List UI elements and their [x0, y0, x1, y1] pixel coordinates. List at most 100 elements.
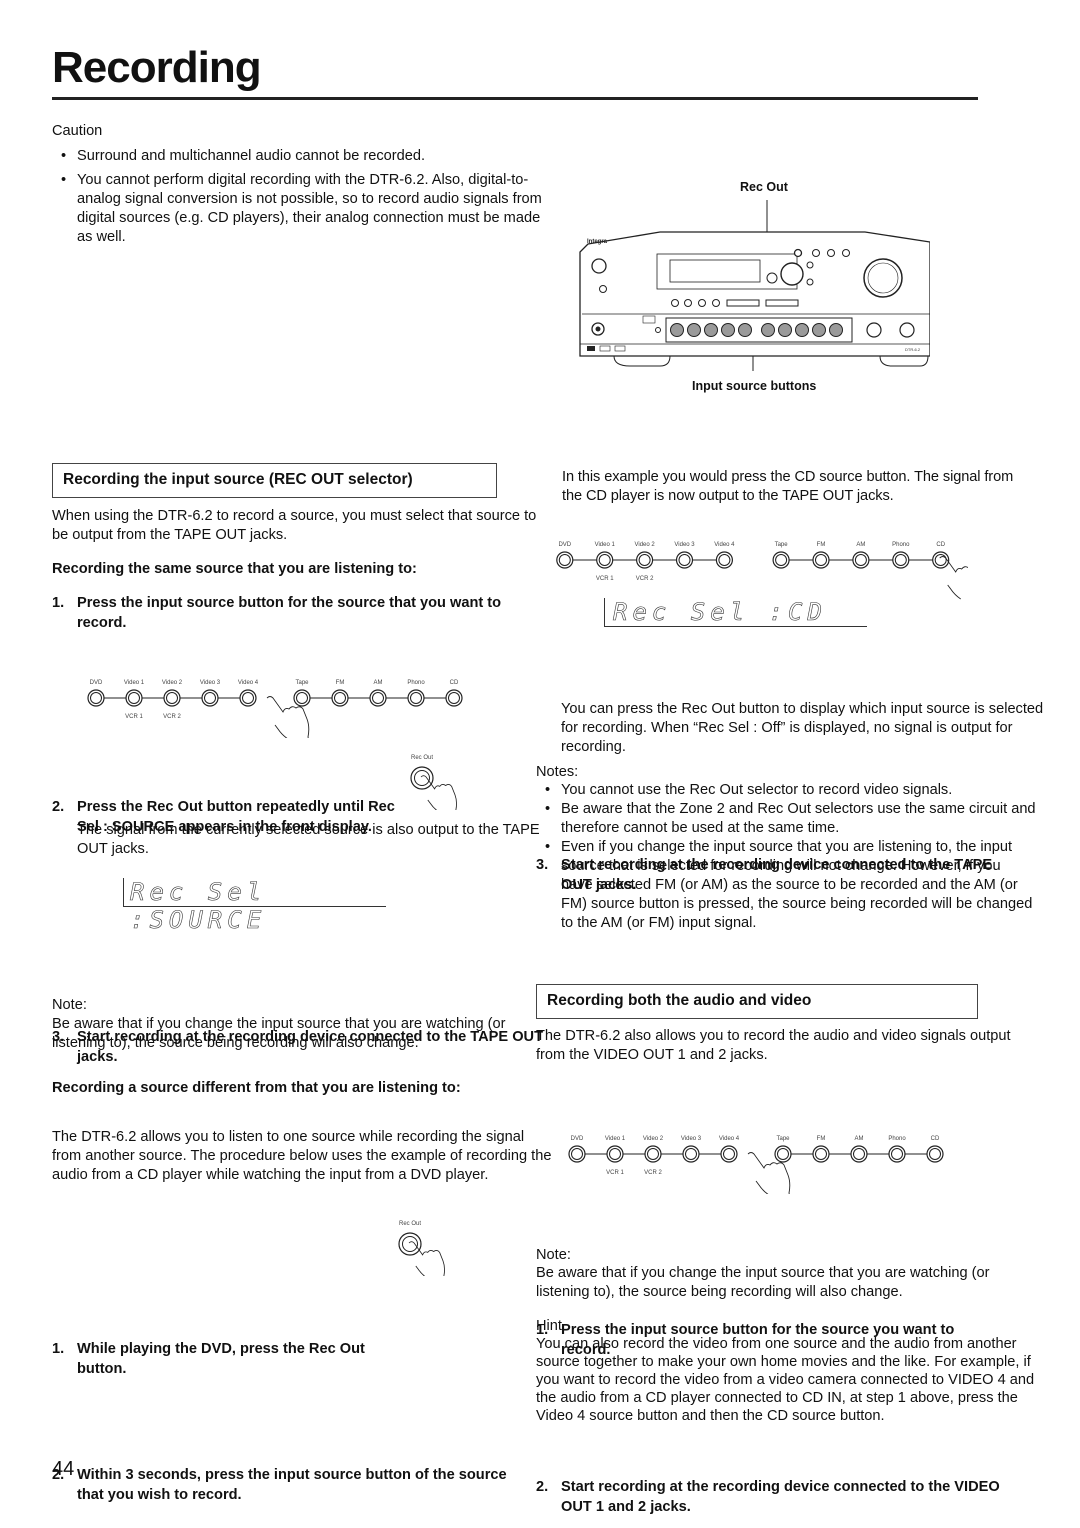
- title-rule: [52, 97, 978, 100]
- power-button: [591, 258, 607, 274]
- callout-input-source-buttons: Input source buttons: [692, 379, 817, 393]
- source-button-fm: FM: [812, 542, 830, 569]
- source-button-tape: Tape: [772, 542, 790, 569]
- subheading-different-source: Recording a source different from that y…: [52, 1080, 461, 1096]
- source-button-video-1: Video 1: [124, 680, 145, 707]
- receiver-source-button: [812, 323, 826, 337]
- source-sublabel: VCR 2: [644, 1170, 662, 1176]
- source-button-video-3: Video 3: [674, 542, 695, 569]
- source-label: FM: [817, 1136, 826, 1142]
- note-item: Be aware that the Zone 2 and Rec Out sel…: [536, 800, 1036, 838]
- source-label: Video 4: [238, 680, 259, 686]
- source-button-video-2: Video 2: [634, 542, 655, 569]
- note-item: You cannot use the Rec Out selector to r…: [536, 781, 1036, 800]
- source-label: Video 3: [681, 1136, 702, 1142]
- lcd-display-source: Rec Sel :SOURCE: [123, 878, 386, 934]
- note-item: Even if you change the input source that…: [536, 838, 1036, 933]
- source-button-am: AM: [852, 542, 870, 569]
- callout-rec-out: Rec Out: [740, 180, 788, 194]
- front-display: [669, 259, 761, 283]
- source-label: Phono: [407, 680, 425, 686]
- source-sublabel: VCR 2: [163, 714, 181, 720]
- caution-item: You cannot perform digital recording wit…: [52, 171, 542, 247]
- caution-item: Surround and multichannel audio cannot b…: [52, 147, 542, 166]
- source-button-video-3: Video 3: [681, 1136, 702, 1163]
- source-button-video-4: Video 4: [714, 542, 735, 569]
- page-title: Recording: [52, 43, 262, 92]
- source-sublabel: VCR 1: [125, 714, 143, 720]
- receiver-source-button: [761, 323, 775, 337]
- receiver-source-button: [829, 323, 843, 337]
- source-button-tape: Tape: [293, 680, 311, 707]
- receiver-source-button: [795, 323, 809, 337]
- source-button-am: AM: [850, 1136, 868, 1163]
- lcd-display-cd: Rec Sel :CD: [604, 598, 867, 627]
- step-1-while-playing-dvd: 1. While playing the DVD, press the Rec O…: [52, 1341, 365, 1377]
- caution-list: Surround and multichannel audio cannot b…: [52, 147, 542, 247]
- source-button-video-1: Video 1: [605, 1136, 626, 1163]
- source-button-cd: CD: [926, 1136, 944, 1163]
- note-body: Be aware that if you change the input so…: [52, 1016, 506, 1051]
- brand-logo: Integra: [587, 239, 608, 245]
- section1-intro: When using the DTR-6.2 to record a sourc…: [52, 508, 537, 543]
- source-button-fm: FM: [812, 1136, 830, 1163]
- step-1-same: 1. Press the input source button for the …: [52, 595, 502, 631]
- source-button-video-4: Video 4: [719, 1136, 740, 1163]
- source-label: Video 4: [714, 542, 735, 548]
- source-label: Tape: [775, 542, 789, 548]
- source-button-phono: Phono: [888, 1136, 906, 1163]
- note-body: Be aware that if you change the input so…: [536, 1265, 990, 1300]
- step-2-within-3-seconds: 2. Within 3 seconds, press the input sour…: [52, 1467, 507, 1503]
- section2-intro: The DTR-6.2 also allows you to record th…: [536, 1028, 1011, 1063]
- source-button-cd: CD: [445, 680, 463, 707]
- source-button-video-3: Video 3: [200, 680, 221, 707]
- multi-jog-dial: [780, 262, 804, 286]
- source-label: Phono: [892, 542, 910, 548]
- input-source-panel-cd-example: DVD Video 1 Video 2 Video 3 Video 4 Tape FM AM P…: [556, 542, 968, 600]
- receiver-source-button: [778, 323, 792, 337]
- source-label: Phono: [888, 1136, 906, 1142]
- rec-out-button-illustration: Rec Out: [398, 1221, 445, 1276]
- source-label: Video 3: [674, 542, 695, 548]
- source-label: CD: [931, 1136, 940, 1142]
- source-label: Video 2: [634, 542, 655, 548]
- hint-heading: Hint: [536, 1318, 562, 1334]
- input-source-panel-audio-video: DVD Video 1 Video 2 Video 3 Video 4 Tape FM AM P…: [568, 1136, 944, 1194]
- section-heading-rec-out-selector: Recording the input source (REC OUT sele…: [52, 463, 497, 498]
- cd-example-text: In this example you would press the CD s…: [562, 469, 1014, 504]
- hint-body: You can also record the video from one s…: [536, 1336, 1035, 1424]
- note-heading: Note:: [52, 997, 87, 1013]
- page-number: 44: [52, 1458, 75, 1480]
- receiver-front-panel-illustration: Integra DTR-6.2: [579, 200, 930, 371]
- caution-heading: Caution: [52, 123, 103, 139]
- source-label: FM: [817, 542, 826, 548]
- source-label: Video 1: [605, 1136, 626, 1142]
- source-sublabel: VCR 1: [596, 576, 614, 582]
- source-label: Tape: [295, 680, 309, 686]
- step-2-body: The signal from the currently selected s…: [77, 822, 540, 857]
- source-label: AM: [374, 680, 383, 686]
- step-2-start-video-out: 2. Start recording at the recording devic…: [536, 1479, 1000, 1515]
- receiver-source-button: [687, 323, 701, 337]
- receiver-source-button: [704, 323, 718, 337]
- source-label: DVD: [90, 680, 103, 686]
- source-label: AM: [855, 1136, 864, 1142]
- source-label: CD: [450, 680, 459, 686]
- source-label: CD: [936, 542, 945, 548]
- lcd-text: Rec Sel :CD: [613, 598, 827, 627]
- source-button-fm: FM: [331, 680, 349, 707]
- source-button-cd: CD: [932, 542, 950, 569]
- source-button-phono: Phono: [892, 542, 910, 569]
- notes-list: You cannot use the Rec Out selector to r…: [536, 781, 1036, 933]
- source-button-am: AM: [369, 680, 387, 707]
- source-button-dvd: DVD: [556, 542, 574, 569]
- receiver-source-button: [721, 323, 735, 337]
- note-heading: Note:: [536, 1247, 571, 1263]
- different-source-intro: The DTR-6.2 allows you to listen to one …: [52, 1129, 552, 1183]
- input-source-panel-1: DVD Video 1 Video 2 Video 3 Video 4 Tape FM AM P…: [87, 680, 463, 738]
- rec-out-button-illustration: Rec Out: [410, 755, 457, 810]
- receiver-source-button: [670, 323, 684, 337]
- source-label: Tape: [776, 1136, 790, 1142]
- caution-block: Caution Surround and multichannel audio …: [52, 122, 542, 249]
- source-label: Video 3: [200, 680, 221, 686]
